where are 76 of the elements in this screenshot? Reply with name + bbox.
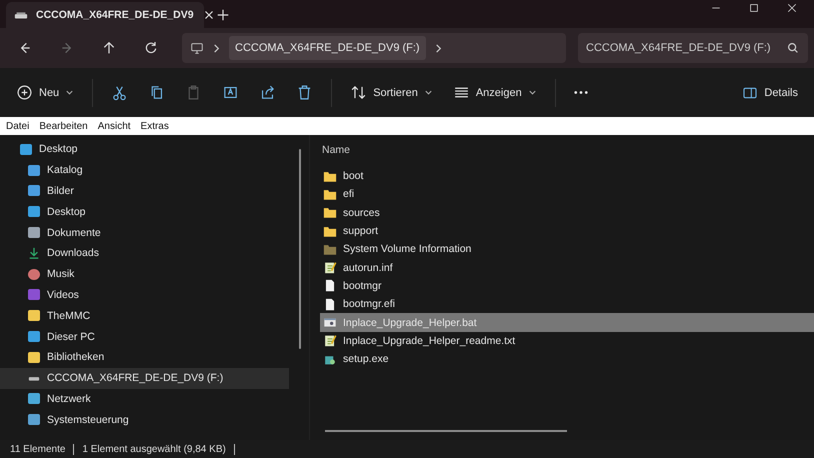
file-name: efi (343, 188, 354, 200)
status-text: 1 Element ausgewählt (9,84 KB) (82, 444, 226, 454)
file-name: Inplace_Upgrade_Helper_readme.txt (343, 334, 516, 347)
file-name: System Volume Information (343, 243, 472, 256)
scrollbar[interactable] (325, 430, 567, 432)
file-name: support (343, 225, 378, 238)
details-button[interactable]: Details (734, 76, 806, 108)
sidebar-item[interactable]: CCCOMA_X64FRE_DE-DE_DV9 (F:) (0, 368, 289, 389)
file-name: bootmgr.efi (343, 298, 395, 310)
file-row[interactable]: boot (320, 167, 814, 186)
sort-button[interactable]: Sortieren (342, 76, 441, 108)
file-name: setup.exe (343, 353, 389, 366)
maximize-icon[interactable] (748, 2, 760, 14)
monitor-icon (190, 41, 204, 55)
sidebar-item[interactable]: Dokumente (0, 222, 289, 243)
sidebar-item[interactable]: Katalog (0, 160, 289, 181)
file-name: bootmgr (343, 280, 382, 292)
scrollbar[interactable] (299, 149, 301, 349)
menu-item[interactable]: Datei (2, 120, 34, 132)
notepad-icon (323, 261, 337, 274)
search-field[interactable]: CCCOMA_X64FRE_DE-DE_DV9 (F:) (578, 33, 808, 63)
rename-icon (222, 84, 240, 101)
sidebar-item[interactable]: Dieser PC (0, 326, 289, 347)
notepad-icon (323, 334, 337, 348)
file-name: boot (343, 170, 364, 182)
breadcrumb-item[interactable]: CCCOMA_X64FRE_DE-DE_DV9 (F:) (229, 36, 426, 60)
sidebar-item[interactable]: Desktop (0, 201, 289, 222)
chevron-icon[interactable] (212, 44, 221, 52)
file-row[interactable]: Inplace_Upgrade_Helper_readme.txt (320, 332, 814, 350)
file-row[interactable]: setup.exe (320, 350, 814, 368)
caret-icon (528, 88, 537, 97)
close-icon[interactable] (786, 2, 798, 14)
file-row[interactable]: autorun.inf (320, 258, 814, 277)
sidebar-item[interactable]: Desktop (0, 139, 289, 160)
sidebar-item[interactable]: Musik (0, 264, 289, 285)
file-name: Inplace_Upgrade_Helper.bat (343, 316, 477, 329)
caret-icon (424, 88, 433, 97)
up-arrow-icon (101, 40, 117, 56)
refresh-icon (143, 40, 159, 56)
tab-title: CCCOMA_X64FRE_DE-DE_DV9 (36, 9, 194, 21)
file-row[interactable]: efi (320, 185, 814, 204)
column-header[interactable]: Name (322, 139, 814, 161)
download-icon (28, 247, 40, 260)
file-row[interactable]: System Volume Information (320, 240, 814, 258)
menu-item[interactable]: Ansicht (94, 120, 135, 132)
cut-icon (111, 84, 128, 101)
sidebar-item[interactable]: Downloads (0, 242, 289, 264)
address-bar[interactable]: CCCOMA_X64FRE_DE-DE_DV9 (F:) (182, 33, 566, 63)
new-button[interactable]: Neu (8, 76, 82, 108)
menu-item[interactable]: Bearbeiten (35, 120, 92, 132)
sidebar-item[interactable]: Bilder (0, 180, 289, 202)
caret-icon (65, 88, 74, 97)
file-row[interactable]: bootmgr (320, 276, 814, 296)
sidebar-item[interactable]: TheMMC (0, 305, 289, 326)
new-tab-icon[interactable] (216, 8, 230, 22)
file-row[interactable]: support (320, 222, 814, 240)
file-icon (323, 298, 337, 311)
sidebar-item[interactable]: Netzwerk (0, 388, 289, 410)
new-icon (16, 84, 33, 101)
more-icon (574, 91, 588, 94)
sidebar-item[interactable]: Systemsteuerung (0, 409, 289, 430)
file-row[interactable]: Inplace_Upgrade_Helper.bat (320, 313, 814, 332)
sidebar-item[interactable]: Videos (0, 284, 289, 306)
sort-icon (350, 84, 368, 101)
file-row[interactable]: bootmgr.efi (320, 295, 814, 314)
file-name: sources (343, 206, 380, 219)
view-button[interactable]: Anzeigen (444, 76, 545, 108)
file-row[interactable]: sources (320, 204, 814, 222)
file-icon (323, 279, 337, 292)
menu-item[interactable]: Extras (136, 120, 173, 132)
share-icon (259, 84, 276, 101)
search-icon (786, 41, 800, 55)
chevron-icon[interactable] (434, 44, 443, 52)
sidebar-item[interactable]: Bibliotheken (0, 346, 289, 368)
file-name: autorun.inf (343, 262, 393, 274)
status-text: 11 Elemente (10, 444, 66, 454)
